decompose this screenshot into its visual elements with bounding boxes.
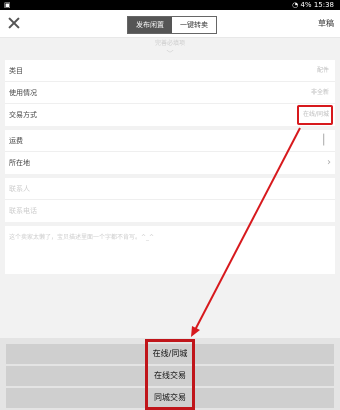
contact-phone-placeholder: 联系电话 xyxy=(9,207,37,215)
location-row[interactable]: 所在地 › xyxy=(5,152,335,174)
contact-card: 联系人 联系电话 xyxy=(5,178,335,222)
wifi-icon: ◔ xyxy=(292,1,299,9)
battery-level: 4% xyxy=(300,1,312,9)
image-icon: ▣ xyxy=(4,1,11,9)
contact-phone-field[interactable]: 联系电话 xyxy=(5,200,335,222)
trade-method-row[interactable]: 交易方式 在线/同城 xyxy=(5,104,335,126)
required-hint: 完善必填项 ﹀ xyxy=(0,38,340,58)
description-placeholder: 这个卖家太懒了，宝贝描述里面一个字都不肯写。^_^ xyxy=(9,234,155,241)
draft-button[interactable]: 草稿 xyxy=(318,18,334,29)
clock: 15:38 xyxy=(313,1,334,9)
contact-name-field[interactable]: 联系人 xyxy=(5,178,335,200)
chevron-right-icon: › xyxy=(327,157,331,168)
tab-publish-idle[interactable]: 发布闲置 xyxy=(128,17,172,33)
category-label: 类目 xyxy=(9,67,23,75)
status-info: ◔ 4% 15:38 xyxy=(292,0,334,10)
item-props-card: 类目 配件 使用情况 非全新 交易方式 在线/同城 xyxy=(5,60,335,126)
usage-value: 非全新 xyxy=(310,89,329,96)
app-bar: 发布闲置 一键转卖 草稿 xyxy=(0,10,340,38)
trade-highlight-box xyxy=(297,105,333,125)
tab-quick-resell[interactable]: 一键转卖 xyxy=(172,17,216,33)
options-highlight-box xyxy=(145,339,195,410)
status-bar: ▣ ◔ 4% 15:38 xyxy=(0,0,340,10)
location-label: 所在地 xyxy=(9,159,30,167)
close-icon[interactable] xyxy=(6,15,22,31)
shipping-label: 运费 xyxy=(9,137,23,145)
shipping-row[interactable]: 运费 ▏ xyxy=(5,130,335,152)
category-row[interactable]: 类目 配件 xyxy=(5,60,335,82)
publish-tabs: 发布闲置 一键转卖 xyxy=(127,16,217,34)
shipping-handle-icon: ▏ xyxy=(323,135,331,146)
category-value: 配件 xyxy=(316,67,329,74)
trade-method-label: 交易方式 xyxy=(9,111,37,119)
description-field[interactable]: 这个卖家太懒了，宝贝描述里面一个字都不肯写。^_^ xyxy=(5,226,335,274)
hint-text: 完善必填项 xyxy=(154,40,185,47)
usage-label: 使用情况 xyxy=(9,89,37,97)
shipping-card: 运费 ▏ 所在地 › xyxy=(5,130,335,174)
usage-row[interactable]: 使用情况 非全新 xyxy=(5,82,335,104)
chevron-down-icon[interactable]: ﹀ xyxy=(0,49,340,59)
contact-name-placeholder: 联系人 xyxy=(9,185,30,193)
